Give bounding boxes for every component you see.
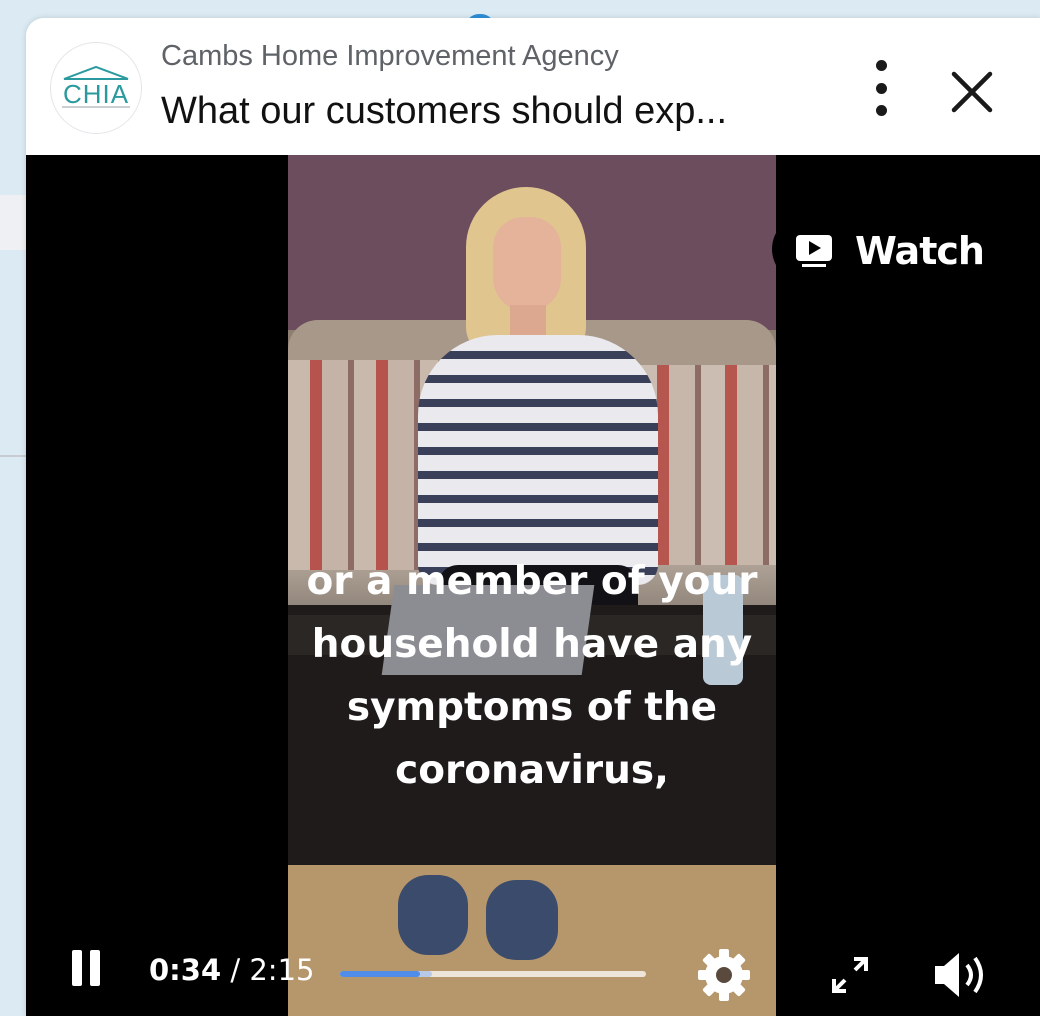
expand-icon[interactable] (828, 953, 872, 997)
play-box-icon (796, 235, 832, 267)
watch-on-youtube-button[interactable]: Watch (772, 215, 1002, 283)
current-time: 0:34 (149, 953, 222, 987)
watch-label: Watch (855, 229, 985, 273)
more-vertical-icon[interactable] (866, 60, 896, 116)
close-icon[interactable] (946, 66, 998, 118)
progress-fill (340, 971, 420, 977)
video-captions: or a member of your household have any s… (288, 550, 776, 802)
background-divider (0, 455, 26, 457)
chia-logo-icon: CHIA (62, 65, 130, 109)
channel-name[interactable]: Cambs Home Improvement Agency (161, 40, 619, 73)
gear-icon[interactable] (694, 947, 754, 1003)
time-display: 0:34 / 2:15 (149, 953, 314, 987)
volume-icon[interactable] (931, 949, 995, 1001)
video-title: What our customers should exp... (161, 90, 728, 132)
duration: 2:15 (249, 953, 315, 987)
caption-line: household have any (311, 622, 753, 667)
caption-line: symptoms of the (346, 685, 718, 730)
svg-text:CHIA: CHIA (63, 79, 129, 109)
caption-line: or a member of your (306, 559, 758, 604)
popup-header: CHIA Cambs Home Improvement Agency What … (26, 18, 1040, 155)
pause-button[interactable] (70, 945, 110, 993)
caption-line: coronavirus, (395, 748, 669, 793)
time-separator: / (221, 953, 250, 987)
background-panel (0, 195, 26, 250)
pause-icon (72, 950, 82, 986)
channel-logo[interactable]: CHIA (50, 42, 142, 134)
video-player[interactable]: or a member of your household have any s… (26, 155, 1040, 1016)
video-popup: CHIA Cambs Home Improvement Agency What … (26, 18, 1040, 1016)
progress-bar[interactable] (340, 971, 646, 977)
